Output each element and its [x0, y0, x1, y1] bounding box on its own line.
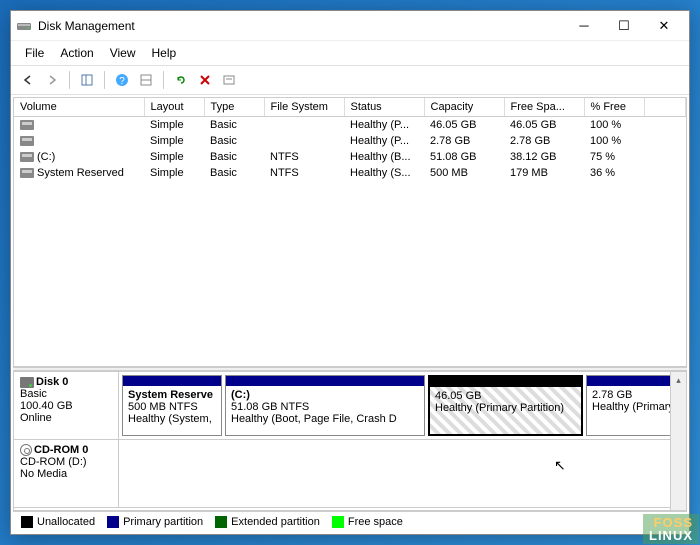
toolbar: ? [11, 65, 689, 95]
svg-text:?: ? [119, 76, 125, 87]
volume-icon [20, 168, 34, 178]
volume-row[interactable]: SimpleBasicHealthy (P...2.78 GB2.78 GB10… [14, 133, 686, 149]
volume-row[interactable]: SimpleBasicHealthy (P...46.05 GB46.05 GB… [14, 117, 686, 134]
legend-primary-label: Primary partition [123, 516, 203, 528]
disk-row: CD-ROM 0CD-ROM (D:)No Media [14, 440, 686, 508]
close-button[interactable]: ✕ [644, 12, 684, 40]
cd-icon [20, 444, 32, 456]
volume-icon [20, 152, 34, 162]
show-hide-tree-button[interactable] [76, 69, 98, 91]
partition[interactable]: System Reserve500 MB NTFSHealthy (System… [122, 375, 222, 436]
help-button[interactable]: ? [111, 69, 133, 91]
properties-button[interactable] [218, 69, 240, 91]
disk-label[interactable]: CD-ROM 0CD-ROM (D:)No Media [14, 440, 119, 507]
scrollbar[interactable]: ▴ [670, 372, 686, 510]
graphical-view: Disk 0Basic100.40 GBOnlineSystem Reserve… [13, 371, 687, 511]
menu-help[interactable]: Help [144, 43, 185, 63]
disk-partitions: System Reserve500 MB NTFSHealthy (System… [119, 372, 686, 439]
legend-primary-swatch [107, 516, 119, 528]
menu-file[interactable]: File [17, 43, 52, 63]
partition[interactable]: 46.05 GBHealthy (Primary Partition) [428, 375, 583, 436]
scroll-up-icon[interactable]: ▴ [671, 372, 686, 388]
titlebar[interactable]: Disk Management ─ ☐ ✕ [11, 11, 689, 41]
column-header[interactable]: Type [204, 98, 264, 117]
disk-management-window: Disk Management ─ ☐ ✕ File Action View H… [10, 10, 690, 535]
window-title: Disk Management [38, 19, 564, 33]
volume-list[interactable]: VolumeLayoutTypeFile SystemStatusCapacit… [13, 97, 687, 367]
legend-free-swatch [332, 516, 344, 528]
forward-button[interactable] [41, 69, 63, 91]
menu-view[interactable]: View [102, 43, 144, 63]
legend-free-label: Free space [348, 516, 403, 528]
column-header[interactable]: % Free [584, 98, 644, 117]
column-header[interactable]: Capacity [424, 98, 504, 117]
disk-icon [20, 377, 34, 388]
volume-row[interactable]: System ReservedSimpleBasicNTFSHealthy (S… [14, 165, 686, 181]
column-header[interactable]: File System [264, 98, 344, 117]
refresh-button[interactable] [170, 69, 192, 91]
volume-icon [20, 120, 34, 130]
column-header[interactable]: Volume [14, 98, 144, 117]
column-header[interactable]: Free Spa... [504, 98, 584, 117]
delete-button[interactable] [194, 69, 216, 91]
disk-partitions [119, 440, 686, 507]
app-icon [16, 18, 32, 34]
show-list-button[interactable] [135, 69, 157, 91]
content-area: VolumeLayoutTypeFile SystemStatusCapacit… [11, 95, 689, 534]
legend-extended-label: Extended partition [231, 516, 320, 528]
watermark: FOSSLINUX [643, 514, 699, 544]
menubar: File Action View Help [11, 41, 689, 65]
maximize-button[interactable]: ☐ [604, 12, 644, 40]
back-button[interactable] [17, 69, 39, 91]
partition[interactable]: (C:)51.08 GB NTFSHealthy (Boot, Page Fil… [225, 375, 425, 436]
column-header[interactable]: Layout [144, 98, 204, 117]
minimize-button[interactable]: ─ [564, 12, 604, 40]
menu-action[interactable]: Action [52, 43, 101, 63]
disk-label[interactable]: Disk 0Basic100.40 GBOnline [14, 372, 119, 439]
legend-unallocated-label: Unallocated [37, 516, 95, 528]
legend: Unallocated Primary partition Extended p… [13, 511, 687, 532]
disk-row: Disk 0Basic100.40 GBOnlineSystem Reserve… [14, 372, 686, 440]
legend-unallocated-swatch [21, 516, 33, 528]
column-header[interactable]: Status [344, 98, 424, 117]
volume-row[interactable]: (C:)SimpleBasicNTFSHealthy (B...51.08 GB… [14, 149, 686, 165]
partition[interactable]: 2.78 GBHealthy (Primary Partitio [586, 375, 681, 436]
volume-icon [20, 136, 34, 146]
legend-extended-swatch [215, 516, 227, 528]
